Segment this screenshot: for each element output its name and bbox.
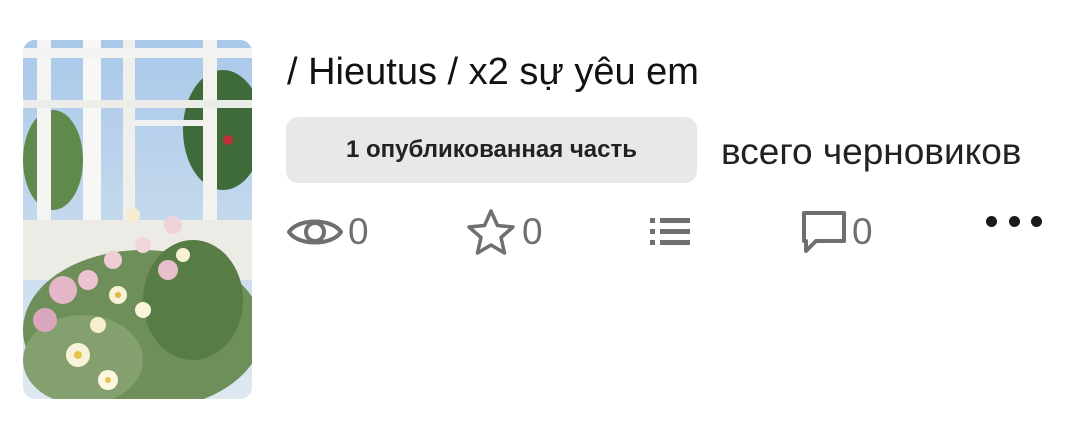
votes-stat: 0 xyxy=(464,205,543,259)
story-title[interactable]: / Hieutus / x2 sự yêu em xyxy=(287,48,699,96)
votes-count: 0 xyxy=(522,211,543,252)
cover-illustration xyxy=(23,40,252,399)
more-dot xyxy=(1031,215,1042,227)
eye-icon xyxy=(287,219,343,245)
more-dot xyxy=(1008,215,1020,227)
published-parts-badge: 1 опубликованная часть xyxy=(286,117,697,183)
list-icon xyxy=(650,218,690,245)
comment-icon xyxy=(802,211,846,253)
reads-stat: 0 xyxy=(286,205,369,259)
story-cover-image[interactable] xyxy=(23,40,252,399)
comments-count: 0 xyxy=(852,211,873,252)
more-dots-icon xyxy=(986,215,997,227)
star-icon xyxy=(467,209,515,255)
more-options-button[interactable] xyxy=(986,206,1042,236)
table-of-contents-button[interactable] xyxy=(648,205,692,259)
comments-stat: 0 xyxy=(800,205,873,259)
drafts-count-text: всего черновиков xyxy=(721,131,1022,172)
story-card[interactable]: / Hieutus / x2 sự yêu em 1 опубликованна… xyxy=(0,0,1080,437)
reads-count: 0 xyxy=(348,211,369,252)
